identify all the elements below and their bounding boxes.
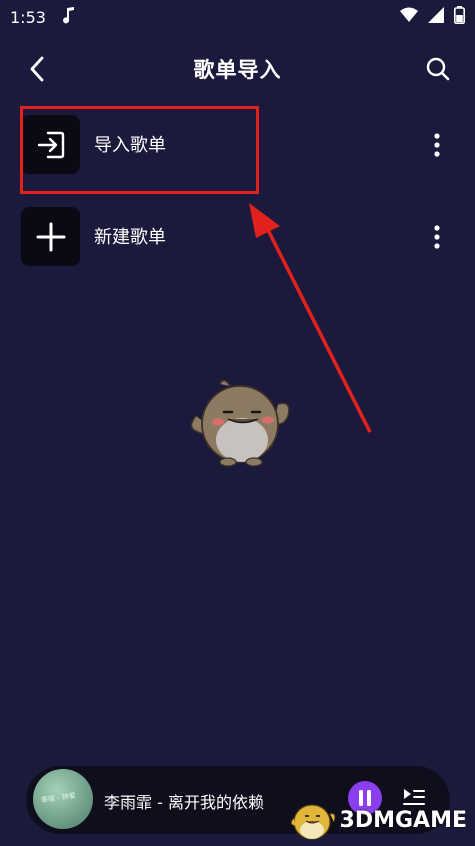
watermark-mascot-icon — [290, 804, 335, 840]
album-art-text: 寄宿 - 钟爱 — [40, 791, 77, 805]
now-playing-title: 李雨霏 - 离开我的依赖 — [104, 793, 264, 812]
album-art[interactable]: 寄宿 - 钟爱 — [33, 769, 93, 829]
mascot-illustration — [190, 379, 290, 467]
watermark-logo: 3DMGAME — [286, 798, 467, 842]
watermark-text: 3DMGAME — [339, 807, 467, 833]
